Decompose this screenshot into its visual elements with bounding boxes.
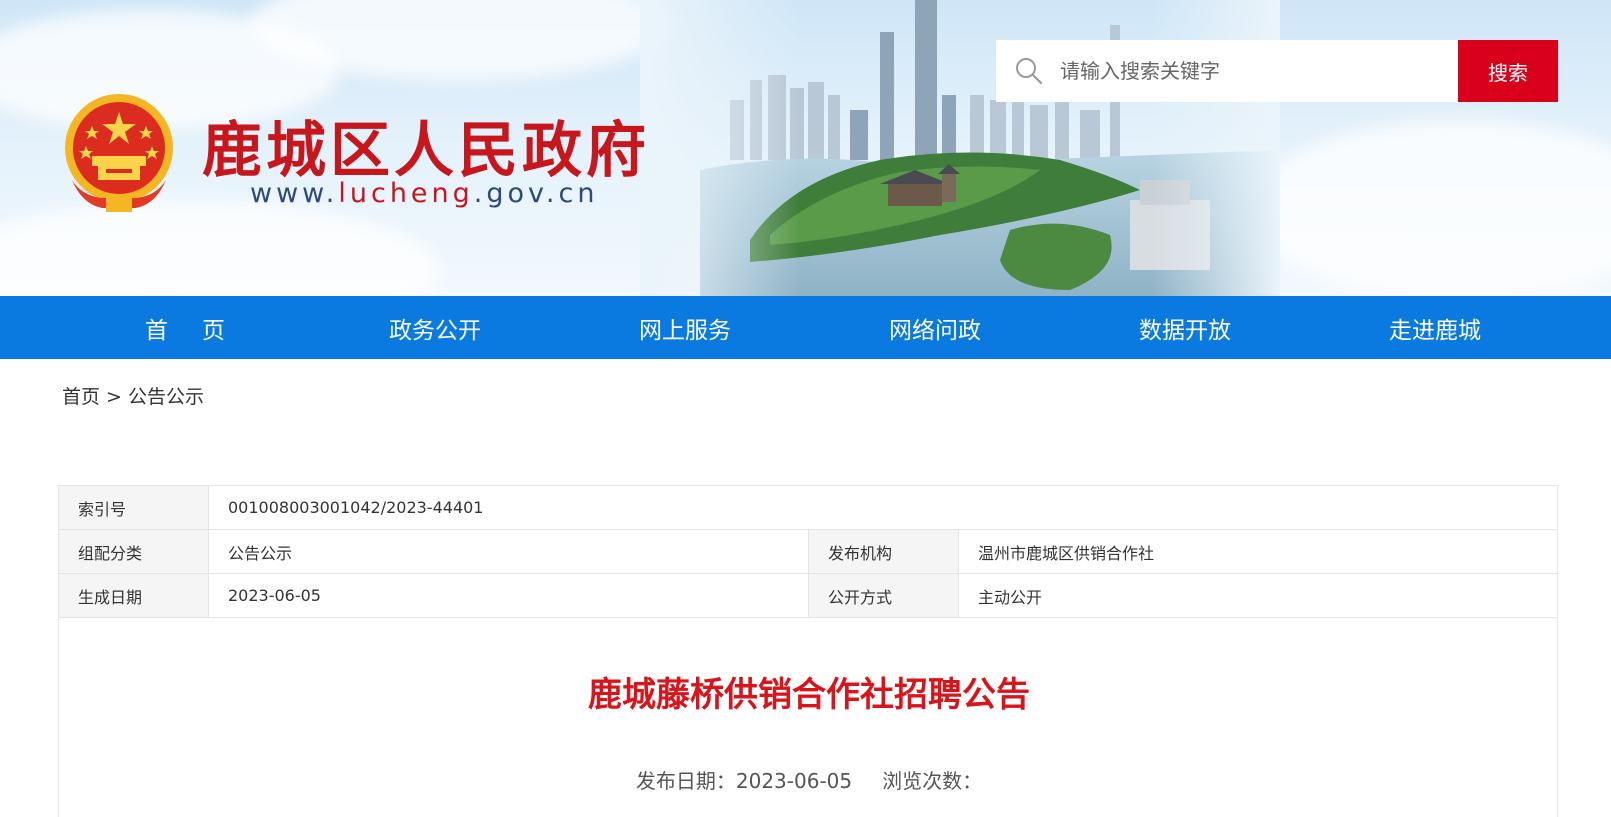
- views-label: 浏览次数：: [882, 769, 983, 793]
- site-url[interactable]: www.lucheng.gov.cn: [250, 178, 598, 209]
- header-banner: 鹿城区人民政府 www.lucheng.gov.cn 搜索: [0, 0, 1611, 296]
- article-meta: 发布日期：2023-06-05 浏览次数：: [59, 765, 1559, 794]
- publish-date-label: 发布日期：: [635, 769, 736, 793]
- meta-key-disclosure: 公开方式: [809, 574, 959, 617]
- nav-item-open-data[interactable]: 数据开放: [1060, 296, 1310, 359]
- search-button[interactable]: 搜索: [1458, 40, 1558, 102]
- nav-item-online-inquiry[interactable]: 网络问政: [810, 296, 1060, 359]
- meta-value-category: 公告公示: [209, 530, 809, 573]
- nav-item-online-services[interactable]: 网上服务: [560, 296, 810, 359]
- breadcrumb-separator: >: [106, 386, 122, 408]
- meta-key-created: 生成日期: [59, 574, 209, 617]
- breadcrumb: 首页 > 公告公示: [62, 382, 210, 409]
- breadcrumb-current[interactable]: 公告公示: [128, 386, 204, 408]
- search-input[interactable]: [1060, 59, 1440, 83]
- cloud-decoration: [0, 200, 440, 296]
- site-title: 鹿城区人民政府: [202, 116, 650, 186]
- meta-value-created: 2023-06-05: [209, 574, 809, 617]
- meta-key-category: 组配分类: [59, 530, 209, 573]
- nav-item-gov-affairs[interactable]: 政务公开: [310, 296, 560, 359]
- meta-row: 生成日期 2023-06-05 公开方式 主动公开: [59, 574, 1557, 618]
- meta-value-publisher: 温州市鹿城区供销合作社: [978, 543, 1155, 563]
- cloud-decoration: [1250, 120, 1611, 296]
- site-url-suffix: .gov.cn: [473, 178, 599, 209]
- main-nav: 首页 政务公开 网上服务 网络问政 数据开放 走进鹿城: [0, 296, 1611, 359]
- meta-row: 组配分类 公告公示 发布机构 温州市鹿城区供销合作社: [59, 530, 1557, 574]
- article-title: 鹿城藤桥供销合作社招聘公告: [588, 675, 1030, 715]
- meta-row: 索引号 001008003001042/2023-44401: [59, 486, 1557, 530]
- breadcrumb-home[interactable]: 首页: [62, 386, 100, 408]
- search-icon: [1016, 58, 1043, 85]
- search-box: [996, 40, 1458, 102]
- meta-value-index: 001008003001042/2023-44401: [228, 498, 484, 517]
- national-emblem-icon: [65, 94, 173, 212]
- nav-item-home[interactable]: 首页: [60, 296, 310, 359]
- site-url-highlight: lucheng: [338, 178, 474, 209]
- meta-value-disclosure: 主动公开: [978, 587, 1043, 607]
- document-meta-table: 索引号 001008003001042/2023-44401 组配分类 公告公示…: [58, 485, 1558, 618]
- meta-key-index: 索引号: [59, 486, 209, 529]
- meta-key-publisher: 发布机构: [809, 530, 959, 573]
- nav-item-about-lucheng[interactable]: 走进鹿城: [1310, 296, 1560, 359]
- article-body: 鹿城藤桥供销合作社招聘公告 发布日期：2023-06-05 浏览次数：: [58, 617, 1558, 817]
- publish-date-value: 2023-06-05: [735, 769, 853, 793]
- site-url-prefix: www.: [250, 178, 339, 209]
